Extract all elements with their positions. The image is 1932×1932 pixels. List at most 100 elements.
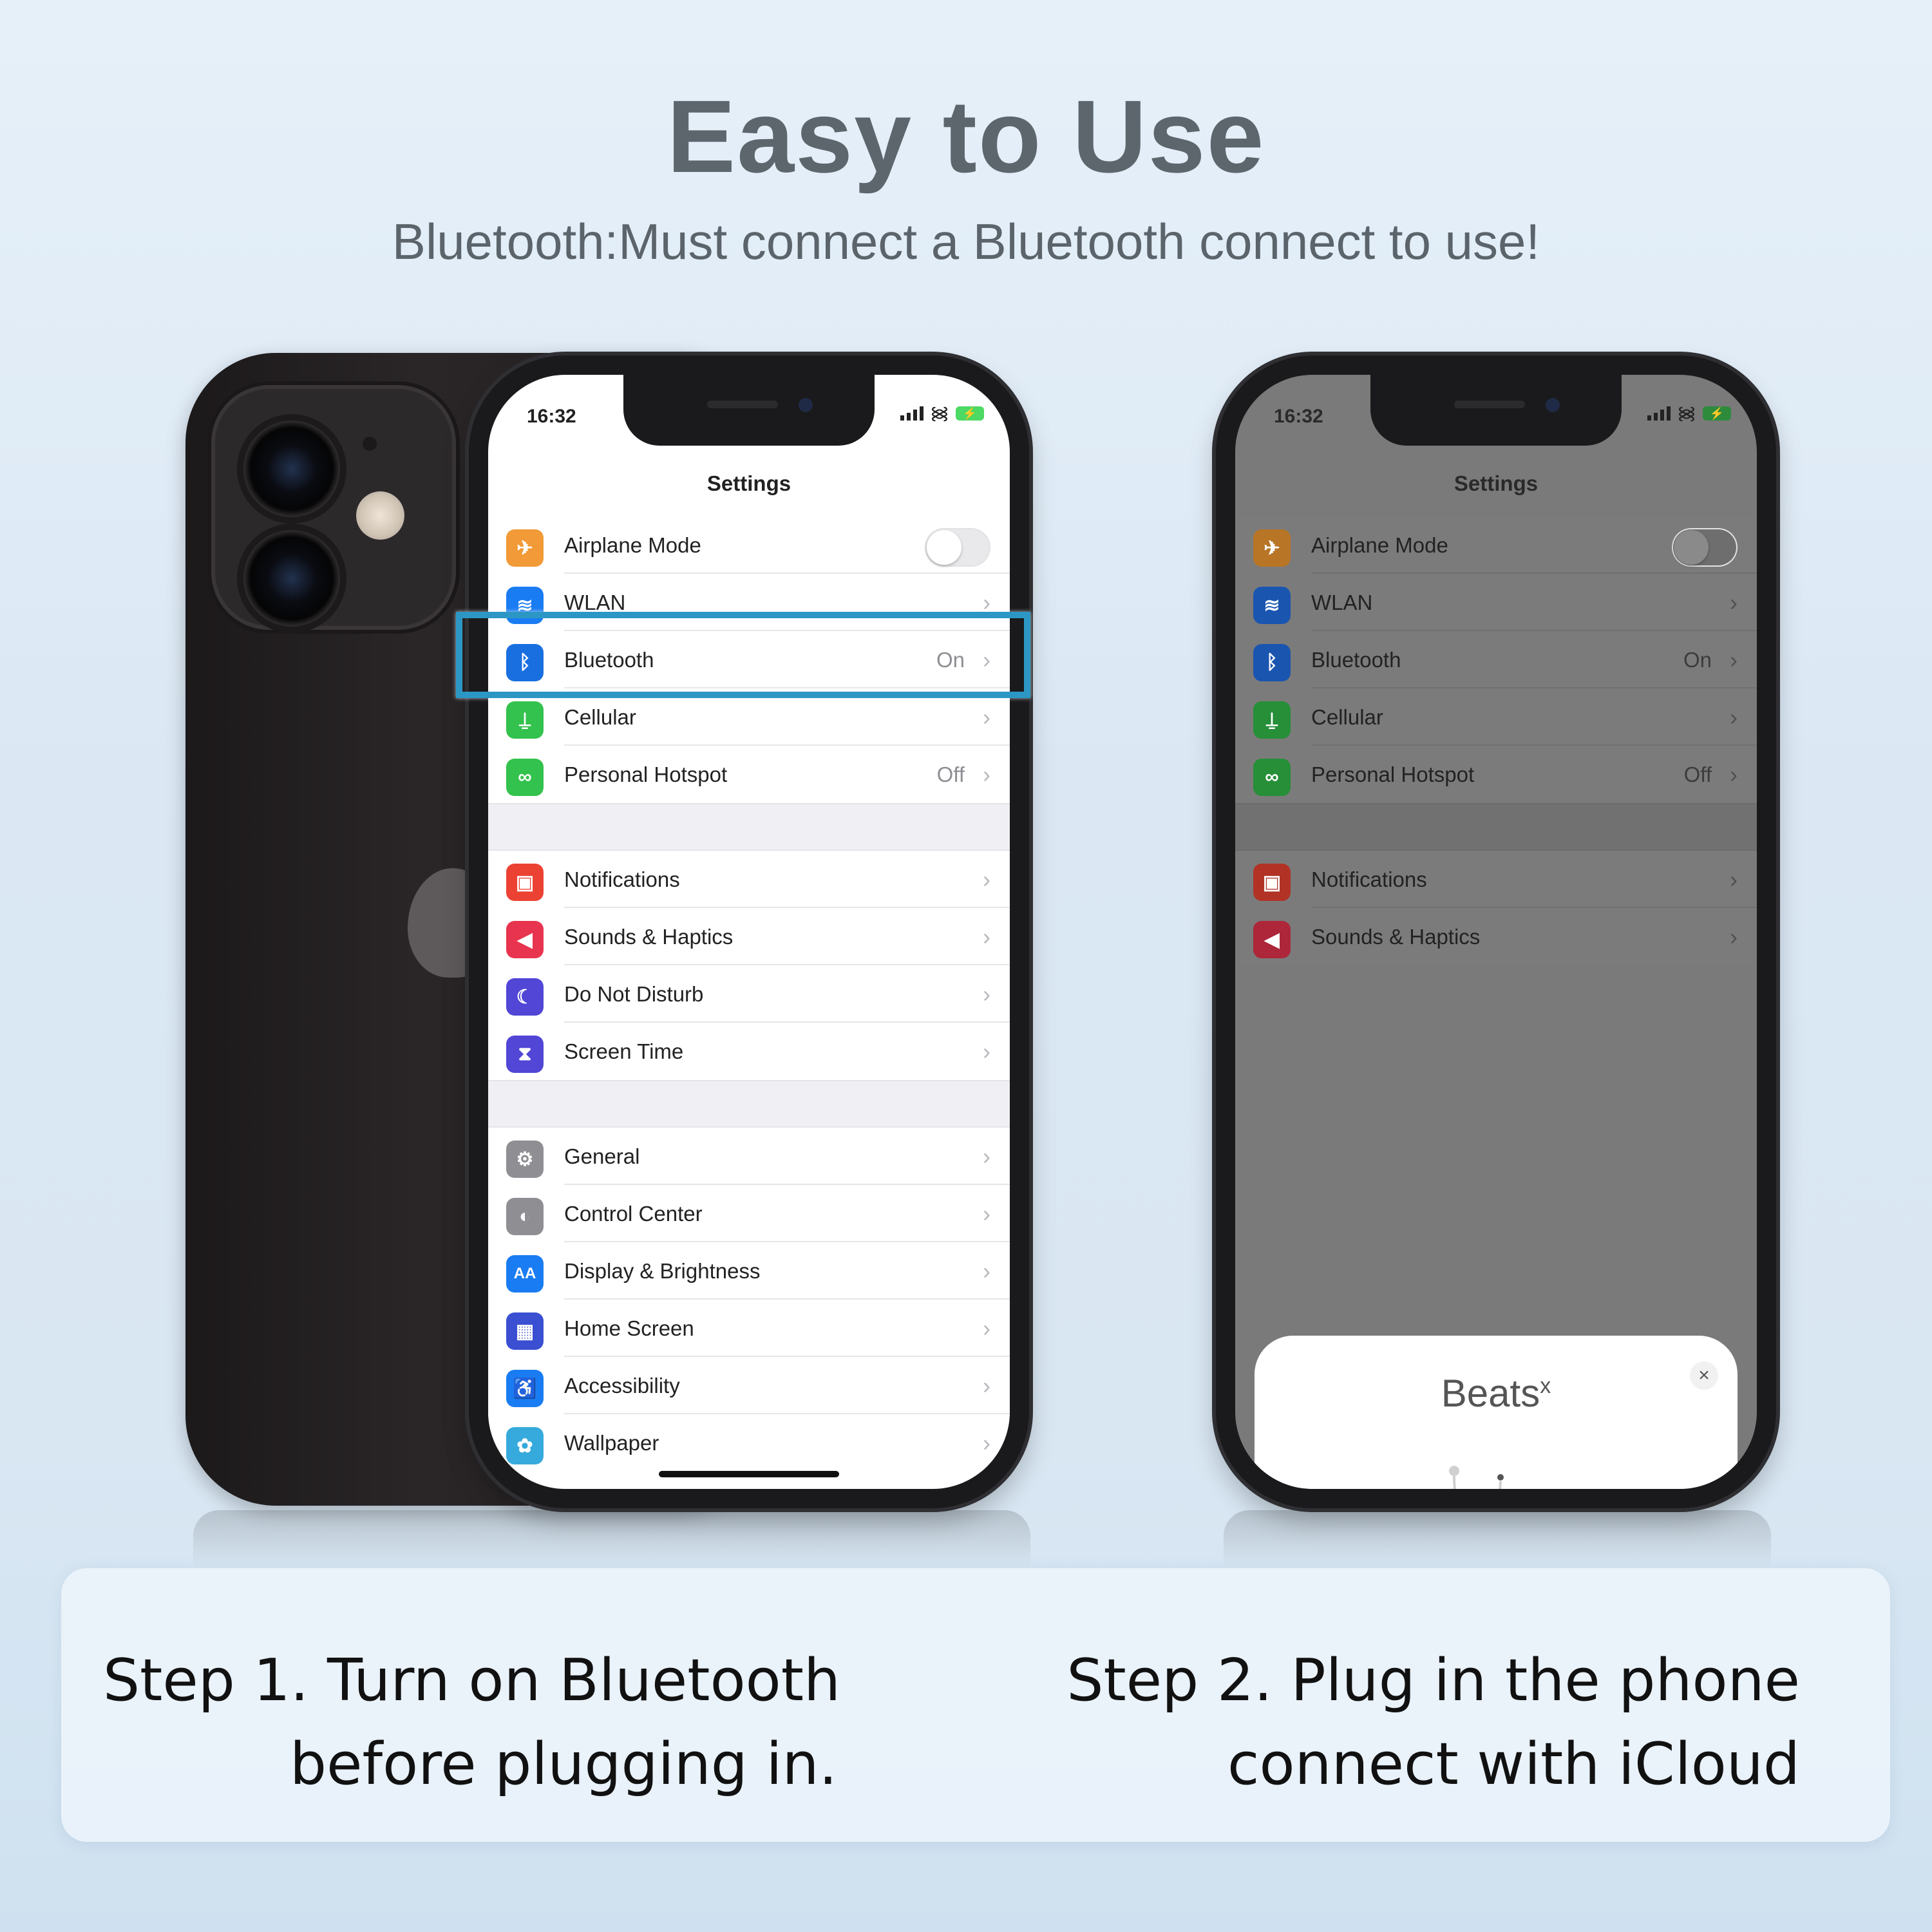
- settings-row-airplane-mode[interactable]: ✈ Airplane Mode: [488, 516, 1010, 574]
- settings-row-label: Personal Hotspot: [564, 762, 728, 786]
- settings-row-label: Cellular: [1311, 705, 1383, 729]
- bluetooth-icon: ᛒ: [1253, 644, 1291, 681]
- settings-row-home-screen[interactable]: ▦ Home Screen ›: [488, 1300, 1010, 1357]
- close-icon[interactable]: ×: [1690, 1361, 1718, 1390]
- settings-row-wlan[interactable]: ≋ WLAN ›: [1235, 574, 1757, 631]
- chevron-right-icon: ›: [983, 1429, 990, 1456]
- settings-row-wallpaper[interactable]: ✿ Wallpaper ›: [488, 1414, 1010, 1472]
- cellular-antenna-icon: ⍊: [1253, 701, 1291, 739]
- gear-icon: ⚙: [506, 1141, 544, 1178]
- settings-row-notifications[interactable]: ▣ Notifications ›: [1235, 851, 1757, 908]
- settings-row-value: On: [1683, 647, 1712, 672]
- chevron-right-icon: ›: [983, 866, 990, 893]
- cellular-antenna-icon: ⍊: [506, 701, 544, 739]
- signal-icon: [900, 406, 924, 421]
- settings-row-label: Screen Time: [564, 1039, 684, 1063]
- headline-subtitle: Bluetooth:Must connect a Bluetooth conne…: [392, 213, 1540, 270]
- settings-row-label: Sounds & Haptics: [1311, 924, 1481, 949]
- device-name: Beats: [1441, 1372, 1540, 1415]
- wifi-icon: ≋: [1253, 587, 1291, 624]
- settings-row-label: Control Center: [564, 1201, 703, 1226]
- settings-row-label: Do Not Disturb: [564, 981, 704, 1006]
- settings-row-accessibility[interactable]: ♿ Accessibility ›: [488, 1357, 1010, 1414]
- app-grid-icon: ▦: [506, 1312, 544, 1350]
- status-time: 16:32: [527, 406, 576, 427]
- section-gap: [488, 1080, 1010, 1128]
- settings-row-label: Personal Hotspot: [1311, 762, 1475, 786]
- phone-reflection-right: [1224, 1510, 1771, 1568]
- chevron-right-icon: ›: [1730, 761, 1738, 788]
- settings-row-sounds-and-haptics[interactable]: ◀ Sounds & Haptics ›: [488, 908, 1010, 965]
- settings-row-bluetooth[interactable]: ᛒ Bluetooth On ›: [1235, 631, 1757, 688]
- front-camera: [799, 398, 813, 412]
- airplane-icon: ✈: [1253, 529, 1291, 567]
- notifications-icon: ▣: [1253, 864, 1291, 901]
- chevron-right-icon: ›: [983, 1372, 990, 1399]
- step2-caption: Step 2. Plug in the phone connect with i…: [1027, 1639, 1800, 1806]
- toggles-icon: ◐: [506, 1198, 544, 1235]
- toggle-knob: [1674, 530, 1709, 565]
- airplane-mode-toggle[interactable]: [925, 528, 990, 567]
- step1-caption: Step 1. Turn on Bluetooth before pluggin…: [103, 1639, 876, 1806]
- settings-row-label: Airplane Mode: [1311, 533, 1448, 557]
- settings-row-personal-hotspot[interactable]: ∞ Personal Hotspot Off ›: [1235, 746, 1757, 803]
- settings-row-label: WLAN: [564, 590, 626, 614]
- settings-row-label: General: [564, 1144, 640, 1168]
- hotspot-link-icon: ∞: [506, 759, 544, 796]
- text-size-icon: AA: [506, 1255, 544, 1293]
- notifications-icon: ▣: [506, 864, 544, 901]
- earpiece-speaker: [1454, 401, 1525, 408]
- bluetooth-highlight-box: [456, 612, 1030, 698]
- nav-title: Settings: [1454, 471, 1539, 495]
- settings-row-personal-hotspot[interactable]: ∞ Personal Hotspot Off ›: [488, 746, 1010, 803]
- chevron-right-icon: ›: [983, 923, 990, 950]
- settings-row-display-and-brightness[interactable]: AA Display & Brightness ›: [488, 1242, 1010, 1300]
- headline-title: Easy to Use: [667, 79, 1265, 194]
- chevron-right-icon: ›: [983, 1200, 990, 1227]
- chevron-right-icon: ›: [983, 1037, 990, 1065]
- settings-group: ▣ Notifications › ◀ Sounds & Haptics › ☾ Do Not…: [488, 851, 1010, 1080]
- phone-screen: 16:32 ᯼ ⚡ Settings ✈ Airplane Mode ≋ WLAN › ᛒ…: [488, 375, 1010, 1489]
- settings-row-sounds-and-haptics[interactable]: ◀ Sounds & Haptics ›: [1235, 908, 1757, 965]
- settings-row-label: Wallpaper: [564, 1430, 659, 1455]
- settings-row-label: Cellular: [564, 705, 636, 729]
- chevron-right-icon: ›: [983, 980, 990, 1007]
- chevron-right-icon: ›: [983, 1314, 990, 1341]
- phone-reflection-left: [193, 1510, 1030, 1568]
- airplane-icon: ✈: [506, 529, 544, 567]
- chevron-right-icon: ›: [983, 761, 990, 788]
- settings-row-do-not-disturb[interactable]: ☾ Do Not Disturb ›: [488, 965, 1010, 1023]
- settings-row-value: Off: [1683, 762, 1712, 786]
- camera-lens-wide: [243, 421, 340, 517]
- settings-row-value: Off: [936, 762, 965, 786]
- settings-row-control-center[interactable]: ◐ Control Center ›: [488, 1185, 1010, 1242]
- step1-line2: before plugging in.: [290, 1730, 838, 1798]
- status-time: 16:32: [1274, 406, 1323, 427]
- step2-line1: Step 2. Plug in the phone: [1066, 1647, 1800, 1714]
- notch: [623, 375, 875, 446]
- airplane-mode-toggle[interactable]: [1672, 528, 1738, 567]
- settings-row-label: Notifications: [564, 867, 680, 891]
- settings-row-screen-time[interactable]: ⧗ Screen Time ›: [488, 1023, 1010, 1080]
- phone-settings-right: 16:32 ᯼ ⚡ Settings ✈ Airplane Mode ≋ WLAN › ᛒ…: [1216, 355, 1776, 1508]
- chevron-right-icon: ›: [983, 1142, 990, 1170]
- settings-row-general[interactable]: ⚙ General ›: [488, 1128, 1010, 1185]
- device-name-suffix: x: [1540, 1374, 1551, 1398]
- hourglass-icon: ⧗: [506, 1036, 544, 1073]
- nav-title: Settings: [706, 471, 791, 495]
- front-camera: [1546, 398, 1560, 412]
- settings-row-cellular[interactable]: ⍊ Cellular ›: [1235, 688, 1757, 746]
- home-indicator[interactable]: [659, 1471, 839, 1477]
- notch: [1370, 375, 1622, 446]
- wifi-icon: ᯼: [930, 403, 949, 423]
- settings-row-label: Accessibility: [564, 1373, 680, 1397]
- settings-row-notifications[interactable]: ▣ Notifications ›: [488, 851, 1010, 908]
- camera-module: [211, 385, 456, 630]
- chevron-right-icon: ›: [1730, 703, 1738, 730]
- settings-group: ✈ Airplane Mode ≋ WLAN › ᛒ Bluetooth On › ⍊ Cellul…: [1235, 516, 1757, 803]
- popup-title: Beatsx: [1255, 1371, 1738, 1416]
- settings-group: ⚙ General › ◐ Control Center › AA Display & Bri…: [488, 1128, 1010, 1472]
- signal-icon: [1647, 406, 1671, 421]
- settings-group: ▣ Notifications › ◀ Sounds & Haptics ›: [1235, 851, 1757, 965]
- settings-row-airplane-mode[interactable]: ✈ Airplane Mode: [1235, 516, 1757, 574]
